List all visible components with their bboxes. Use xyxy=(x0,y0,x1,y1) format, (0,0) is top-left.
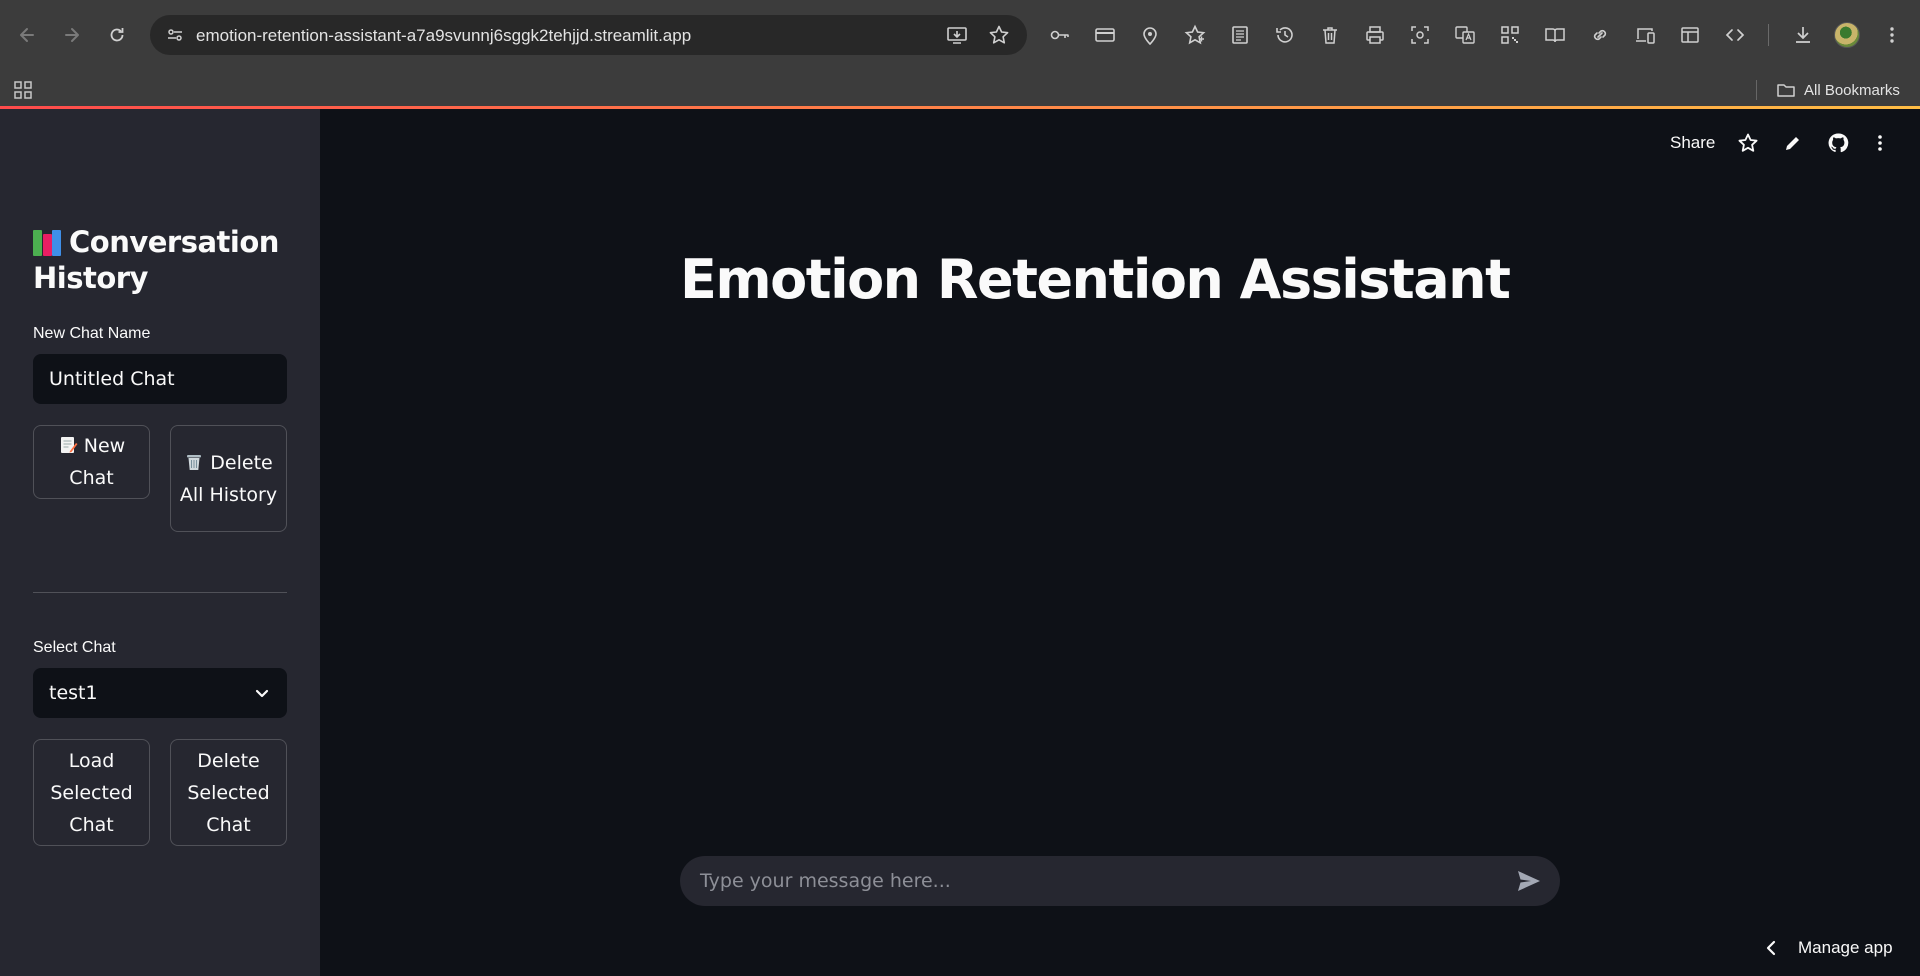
code-icon[interactable] xyxy=(1723,23,1747,47)
reading-list-icon[interactable] xyxy=(1228,23,1252,47)
all-bookmarks-button[interactable]: All Bookmarks xyxy=(1776,79,1900,101)
qr-code-icon[interactable] xyxy=(1498,23,1522,47)
new-chat-name-input[interactable]: Untitled Chat xyxy=(33,354,287,404)
credit-card-icon[interactable] xyxy=(1093,23,1117,47)
new-chat-name-value: Untitled Chat xyxy=(49,368,175,390)
trash-icon[interactable] xyxy=(1318,23,1342,47)
share-button[interactable]: Share xyxy=(1670,133,1715,153)
back-button[interactable] xyxy=(12,20,42,50)
chat-input[interactable]: Type your message here... xyxy=(680,856,1560,906)
forward-button[interactable] xyxy=(57,20,87,50)
manage-app-button[interactable]: Manage app xyxy=(1764,938,1893,958)
app-menu-icon[interactable] xyxy=(1868,131,1892,155)
apps-grid-icon[interactable] xyxy=(12,79,34,101)
new-chat-button[interactable]: New Chat xyxy=(33,425,150,499)
print-icon[interactable] xyxy=(1363,23,1387,47)
folder-icon xyxy=(1777,84,1795,97)
browser-toolbar: emotion-retention-assistant-a7a9svunnj6s… xyxy=(0,0,1920,70)
manage-app-label: Manage app xyxy=(1798,938,1893,957)
arrow-left-icon xyxy=(20,28,34,42)
chevron-left-icon xyxy=(1766,940,1776,956)
screenshot-search-icon[interactable] xyxy=(1408,23,1432,47)
page-title: Emotion Retention Assistant xyxy=(680,248,1511,311)
send-icon[interactable] xyxy=(1516,869,1542,893)
new-chat-name-label: New Chat Name xyxy=(33,325,151,342)
key-icon[interactable] xyxy=(1048,23,1072,47)
bookmarks-bar: All Bookmarks xyxy=(0,70,1920,108)
download-icon[interactable] xyxy=(1791,23,1815,47)
profile-avatar[interactable] xyxy=(1834,22,1860,48)
toolbar-divider xyxy=(1768,24,1769,46)
translate-icon[interactable] xyxy=(1453,23,1477,47)
delete-all-history-button[interactable]: Delete All History xyxy=(170,425,287,532)
sidebar-divider xyxy=(33,592,287,593)
load-selected-chat-button[interactable]: Load Selected Chat xyxy=(33,739,150,846)
chevron-down-icon xyxy=(255,689,269,698)
select-chat-label: Select Chat xyxy=(33,639,116,656)
reading-mode-icon[interactable] xyxy=(1543,23,1567,47)
bookmark-star-icon[interactable] xyxy=(987,23,1011,47)
wastebasket-icon xyxy=(184,450,204,470)
edit-pencil-icon[interactable] xyxy=(1781,131,1805,155)
site-info-icon[interactable] xyxy=(160,20,190,50)
delete-selected-chat-button[interactable]: Delete Selected Chat xyxy=(170,739,287,846)
favorite-star-icon[interactable] xyxy=(1736,131,1760,155)
location-pin-icon[interactable] xyxy=(1138,23,1162,47)
chat-input-placeholder: Type your message here... xyxy=(700,870,951,892)
all-bookmarks-label: All Bookmarks xyxy=(1804,81,1900,99)
url-text: emotion-retention-assistant-a7a9svunnj6s… xyxy=(196,26,692,45)
select-chat-value: test1 xyxy=(49,682,98,704)
devices-icon[interactable] xyxy=(1633,23,1657,47)
sidebar-title: Conversation History xyxy=(33,225,279,295)
books-icon xyxy=(33,228,63,256)
bookmarks-divider xyxy=(1756,80,1757,100)
github-icon[interactable] xyxy=(1826,131,1850,155)
browser-menu-icon[interactable] xyxy=(1880,23,1904,47)
memo-icon xyxy=(58,433,78,453)
address-bar[interactable]: emotion-retention-assistant-a7a9svunnj6s… xyxy=(150,15,1027,55)
reload-icon xyxy=(110,28,124,42)
link-icon[interactable] xyxy=(1588,23,1612,47)
reload-button[interactable] xyxy=(102,20,132,50)
select-chat-dropdown[interactable]: test1 xyxy=(33,668,287,718)
tab-layout-icon[interactable] xyxy=(1678,23,1702,47)
install-app-icon[interactable] xyxy=(945,23,969,47)
history-icon[interactable] xyxy=(1273,23,1297,47)
favorites-icon[interactable] xyxy=(1183,23,1207,47)
arrow-right-icon xyxy=(65,28,79,42)
